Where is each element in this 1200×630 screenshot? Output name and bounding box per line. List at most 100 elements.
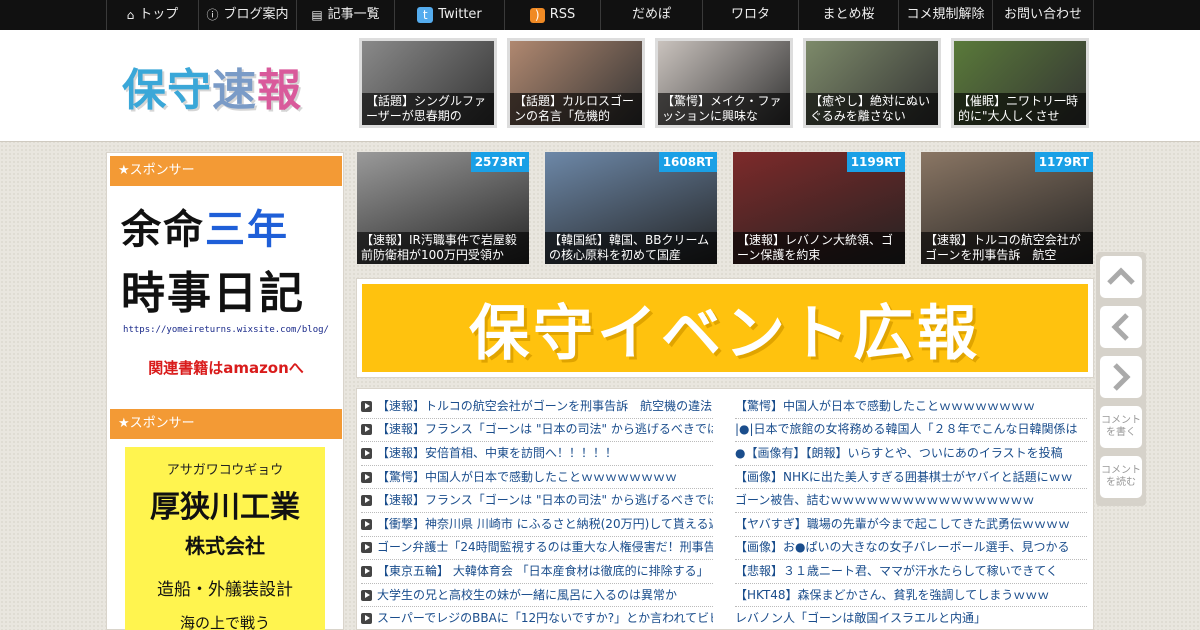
ranking-thumb[interactable]: 1199RT 【速報】レバノン大統領、ゴーン保護を約束 — [733, 152, 905, 264]
list-item-title: ●【画像有】【朗報】いらすとや、ついにあのイラストを投稿 — [735, 445, 1063, 460]
list-item[interactable]: 【衝撃】神奈川県 川崎市 にふるさと納税(20万円)して貰える返 — [361, 513, 713, 537]
list-item[interactable]: 【HKT48】森保まどかさん、貧乳を強調してしまうｗｗｗ — [735, 584, 1087, 608]
header-thumb[interactable]: 【催眠】ニワトリ一時的に"大人しくさせ — [951, 38, 1089, 128]
list-item-title: 大学生の兄と高校生の妹が一緒に風呂に入るのは異常か — [377, 587, 678, 602]
nav-item-6[interactable]: ワロタ — [702, 0, 798, 30]
list-item-title: 【驚愕】中国人が日本で感動したことｗｗｗｗｗｗｗｗ — [377, 469, 678, 484]
list-item[interactable]: ゴーン弁護士「24時間監視するのは重大な人権侵害だ！刑事告 — [361, 537, 713, 561]
ad-title-b: 三年 — [205, 207, 289, 253]
thumb-caption: 【催眠】ニワトリ一時的に"大人しくさせ — [954, 93, 1086, 125]
nav-items: ⌂ トップ ⓘ ブログ案内 ▤ 記事一覧 t Twitter ) RSS だめぽ ワロタ まとめ桜 コメ規… — [106, 0, 1094, 30]
list-item[interactable]: 【画像】お●ぱいの大きなの女子バレーボール選手、見つかる — [735, 537, 1087, 561]
list-item[interactable]: 【速報】トルコの航空会社がゴーンを刑事告訴 航空機の違法 — [361, 395, 713, 419]
comment-read-button[interactable]: コメントを読む — [1100, 456, 1142, 498]
list-item-title: 【衝撃】神奈川県 川崎市 にふるさと納税(20万円)して貰える返 — [377, 516, 713, 531]
nav-item-label: 記事一覧 — [327, 7, 380, 22]
list-item[interactable]: スーパーでレジのBBAに「12円ないですか?」とか言われてビビ — [361, 607, 713, 629]
ad2-kana: アサガワコウギョウ — [166, 463, 284, 478]
top-nav: ⌂ トップ ⓘ ブログ案内 ▤ 記事一覧 t Twitter ) RSS だめぽ ワロタ まとめ桜 コメ規… — [0, 0, 1200, 30]
nav-item-4[interactable]: ) RSS — [504, 0, 600, 30]
info-icon: ⓘ — [206, 8, 219, 22]
list-item-title: 【ヤバすぎ】職場の先輩が今まで起こしてきた武勇伝ｗｗｗｗ — [735, 516, 1071, 531]
thumb-caption: 【話題】シングルファーザーが思春期の — [362, 93, 494, 125]
list-item-title: 【画像】お●ぱいの大きなの女子バレーボール選手、見つかる — [735, 540, 1070, 555]
nav-item-2[interactable]: ▤ 記事一覧 — [296, 0, 394, 30]
ranking-caption: 【速報】トルコの航空会社がゴーンを刑事告訴 航空 — [921, 232, 1093, 264]
list-item[interactable]: 【悲報】３１歳ニート君、ママが汗水たらして稼いできてく — [735, 560, 1087, 584]
list-item[interactable]: ゴーン被告、詰むｗｗｗｗｗｗｗｗｗｗｗｗｗｗｗｗｗ — [735, 489, 1087, 513]
list-item[interactable]: 【画像】NHKに出た美人すぎる囲碁棋士がヤバイと話題にｗｗ — [735, 466, 1087, 490]
amazon-link[interactable]: 関連書籍はamazonへ — [121, 357, 331, 378]
list-item-title: |●|日本で旅館の女将務める韓国人「２８年でこんな日韓関係は — [735, 422, 1078, 437]
event-banner[interactable]: 保守イベント広報 — [356, 278, 1094, 378]
nav-item-label: まとめ桜 — [822, 7, 875, 22]
ranking-caption: 【速報】レバノン大統領、ゴーン保護を約束 — [733, 232, 905, 264]
rss-icon: ) — [529, 7, 545, 23]
list-item[interactable]: レバノン人「ゴーンは敵国イスラエルと内通」 — [735, 607, 1087, 629]
header-thumb[interactable]: 【癒やし】絶対にぬいぐるみを離さない — [803, 38, 941, 128]
list-item-title: 【画像】NHKに出た美人すぎる囲碁棋士がヤバイと話題にｗｗ — [735, 469, 1073, 484]
nav-item-label: Twitter — [438, 7, 482, 22]
list-item[interactable]: 【速報】安倍首相、中東を訪問へ！！！！！ — [361, 442, 713, 466]
list-item[interactable]: 【驚愕】中国人が日本で感動したことｗｗｗｗｗｗｗｗ — [361, 466, 713, 490]
list-item-title: レバノン人「ゴーンは敵国イスラエルと内通」 — [735, 611, 987, 626]
list-item[interactable]: 【ヤバすぎ】職場の先輩が今まで起こしてきた武勇伝ｗｗｗｗ — [735, 513, 1087, 537]
nav-item-8[interactable]: コメ規制解除 — [898, 0, 992, 30]
list-item-title: スーパーでレジのBBAに「12円ないですか?」とか言われてビビ — [377, 611, 713, 626]
retweet-count-badge: 1608RT — [658, 152, 717, 172]
ranking-thumb[interactable]: 1179RT 【速報】トルコの航空会社がゴーンを刑事告訴 航空 — [921, 152, 1093, 264]
ad-yomei-banner[interactable]: 余命三年 時事日記 https://yomeireturns.wixsite.c… — [121, 197, 331, 378]
retweet-count-badge: 2573RT — [470, 152, 529, 172]
list-item-title: 【東京五輪】 大韓体育会 「日本産食材は徹底的に排除する」 — [377, 563, 709, 578]
scroll-top-button[interactable] — [1100, 256, 1142, 298]
nav-item-3[interactable]: t Twitter — [394, 0, 504, 30]
ad2-desc: 造船・外艤装設計 — [157, 580, 293, 600]
play-arrow-icon — [361, 613, 372, 625]
header-thumb[interactable]: 【話題】カルロスゴーンの名言「危機的 — [507, 38, 645, 128]
nav-item-5[interactable]: だめぽ — [600, 0, 702, 30]
chevron-left-icon — [1111, 313, 1129, 341]
nav-item-label: だめぽ — [631, 7, 671, 22]
play-arrow-icon — [361, 424, 372, 436]
list-item[interactable]: |●|日本で旅館の女将務める韓国人「２８年でこんな日韓関係は — [735, 419, 1087, 443]
nav-item-0[interactable]: ⌂ トップ — [106, 0, 198, 30]
comment-write-button[interactable]: コメントを書く — [1100, 406, 1142, 448]
list-item-title: ゴーン弁護士「24時間監視するのは重大な人権侵害だ！刑事告 — [377, 540, 713, 555]
ranking-caption: 【速報】IR汚職事件で岩屋毅前防衛相が100万円受領か — [357, 232, 529, 264]
sidebar: ★スポンサー 余命三年 時事日記 https://yomeireturns.wi… — [106, 152, 344, 630]
ad-asagawa-banner[interactable]: アサガワコウギョウ 厚狭川工業 株式会社 造船・外艤装設計 海の上で戦う — [125, 447, 325, 630]
play-arrow-icon — [361, 565, 372, 577]
floating-toolbar: コメントを書く コメントを読む — [1096, 252, 1146, 506]
header-thumb[interactable]: 【驚愕】メイク・ファッションに興味な — [655, 38, 793, 128]
ranking-caption: 【韓国紙】韓国、BBクリームの核心原料を初めて国産 — [545, 232, 717, 264]
play-arrow-icon — [361, 400, 372, 412]
list-item[interactable]: 【東京五輪】 大韓体育会 「日本産食材は徹底的に排除する」 — [361, 560, 713, 584]
thumb-caption: 【癒やし】絶対にぬいぐるみを離さない — [806, 93, 938, 125]
twitter-icon: t — [417, 7, 434, 23]
next-button[interactable] — [1100, 356, 1142, 398]
ranking-thumb[interactable]: 2573RT 【速報】IR汚職事件で岩屋毅前防衛相が100万円受領か — [357, 152, 529, 264]
nav-item-7[interactable]: まとめ桜 — [798, 0, 898, 30]
list-item[interactable]: 【速報】フランス「ゴーンは "日本の司法" から逃げるべきではな — [361, 419, 713, 443]
ranking-thumb[interactable]: 1608RT 【韓国紙】韓国、BBクリームの核心原料を初めて国産 — [545, 152, 717, 264]
ad-title-line2: 時事日記 — [121, 268, 305, 319]
list-item[interactable]: 【速報】フランス「ゴーンは "日本の司法" から逃げるべきではな — [361, 489, 713, 513]
list-item[interactable]: ●【画像有】【朗報】いらすとや、ついにあのイラストを投稿 — [735, 442, 1087, 466]
nav-item-1[interactable]: ⓘ ブログ案内 — [198, 0, 296, 30]
sponsor-heading: ★スポンサー — [110, 156, 342, 186]
event-banner-text: 保守イベント広報 — [362, 284, 1088, 372]
header-thumb[interactable]: 【話題】シングルファーザーが思春期の — [359, 38, 497, 128]
list-item-title: 【HKT48】森保まどかさん、貧乳を強調してしまうｗｗｗ — [735, 587, 1050, 602]
list-item[interactable]: 【驚愕】中国人が日本で感動したことｗｗｗｗｗｗｗｗ — [735, 395, 1087, 419]
list-item-title: 【速報】フランス「ゴーンは "日本の司法" から逃げるべきではな — [377, 422, 713, 437]
ad-url: https://yomeireturns.wixsite.com/blog/ — [123, 325, 329, 335]
list-item[interactable]: 大学生の兄と高校生の妹が一緒に風呂に入るのは異常か — [361, 584, 713, 608]
list-item-title: 【速報】トルコの航空会社がゴーンを刑事告訴 航空機の違法 — [377, 398, 713, 413]
nav-item-9[interactable]: お問い合わせ — [992, 0, 1094, 30]
list-item-title: ゴーン被告、詰むｗｗｗｗｗｗｗｗｗｗｗｗｗｗｗｗｗ — [735, 493, 1035, 508]
home-icon: ⌂ — [126, 8, 135, 22]
site-logo[interactable]: 保守速報 — [122, 54, 302, 118]
play-arrow-icon — [361, 447, 372, 459]
prev-button[interactable] — [1100, 306, 1142, 348]
article-list: 【速報】トルコの航空会社がゴーンを刑事告訴 航空機の違法 【速報】フランス「ゴーン… — [356, 388, 1094, 630]
